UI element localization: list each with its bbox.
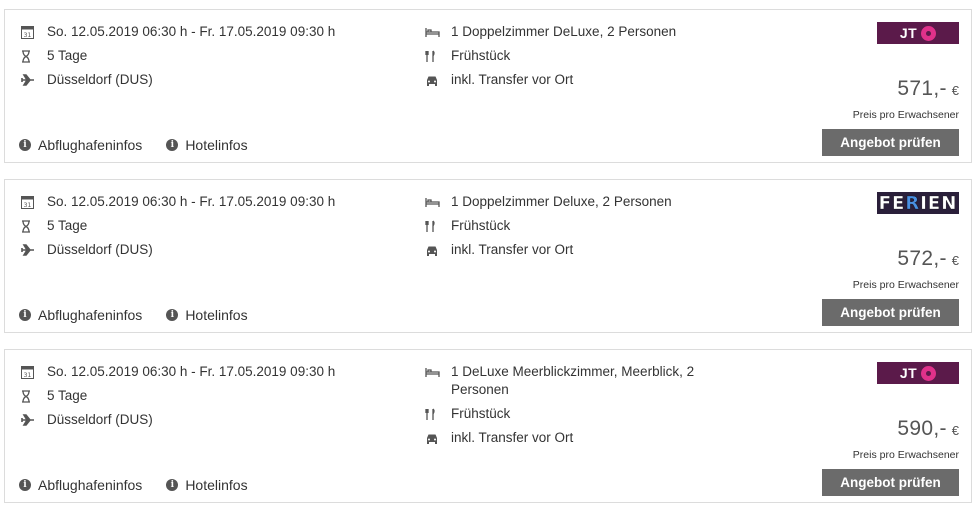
- bed-icon: [425, 23, 443, 41]
- price-note: Preis pro Erwachsener: [852, 449, 959, 461]
- travel-dates: So. 12.05.2019 06:30 h - Fr. 17.05.2019 …: [47, 194, 336, 209]
- hourglass-icon: [21, 47, 39, 65]
- flower-icon: [921, 365, 937, 381]
- price: 571,- €: [897, 77, 959, 101]
- room-type: 1 DeLuxe Meerblickzimmer, Meerblick, 2 P…: [451, 364, 695, 397]
- trip-duration: 5 Tage: [47, 388, 88, 403]
- info-icon: i: [19, 309, 31, 321]
- board-type: Frühstück: [451, 218, 511, 233]
- airport-info-link[interactable]: i Abflughafeninfos: [19, 137, 142, 153]
- car-icon: [425, 241, 443, 259]
- flight-details: 31 So. 12.05.2019 06:30 h - Fr. 17.05.20…: [21, 193, 401, 265]
- departure-airport: Düsseldorf (DUS): [47, 242, 153, 257]
- price-currency: €: [951, 253, 959, 268]
- car-icon: [425, 429, 443, 447]
- airport-info-link[interactable]: i Abflughafeninfos: [19, 307, 142, 323]
- hotel-info-label: Hotelinfos: [185, 307, 248, 323]
- hotel-info-label: Hotelinfos: [185, 137, 248, 153]
- hourglass-icon: [21, 387, 39, 405]
- price-amount: 572,-: [897, 247, 947, 270]
- hotel-info-link[interactable]: i Hotelinfos: [166, 307, 248, 323]
- svg-text:31: 31: [24, 202, 32, 209]
- calendar-icon: 31: [21, 363, 39, 381]
- transfer-info: inkl. Transfer vor Ort: [451, 430, 574, 445]
- info-icon: i: [19, 139, 31, 151]
- info-icon: i: [166, 309, 179, 321]
- operator-logo-ferien: FE R IEN: [877, 192, 959, 214]
- calendar-icon: 31: [21, 23, 39, 41]
- price: 590,- €: [897, 417, 959, 441]
- svg-text:31: 31: [24, 32, 32, 39]
- info-icon: i: [19, 479, 31, 491]
- operator-logo-jt: JT: [877, 362, 959, 384]
- travel-dates: So. 12.05.2019 06:30 h - Fr. 17.05.2019 …: [47, 364, 336, 379]
- flower-icon: [921, 25, 937, 41]
- room-type: 1 Doppelzimmer DeLuxe, 2 Personen: [451, 24, 677, 39]
- info-links: i Abflughafeninfos i Hotelinfos: [19, 477, 272, 493]
- flight-details: 31 So. 12.05.2019 06:30 h - Fr. 17.05.20…: [21, 23, 401, 95]
- info-links: i Abflughafeninfos i Hotelinfos: [19, 137, 272, 153]
- hourglass-icon: [21, 217, 39, 235]
- price-currency: €: [951, 423, 959, 438]
- airport-info-label: Abflughafeninfos: [38, 137, 143, 153]
- plane-icon: [21, 241, 39, 259]
- plane-icon: [21, 411, 39, 429]
- price-amount: 571,-: [897, 77, 947, 100]
- operator-logo-jt: JT: [877, 22, 959, 44]
- transfer-info: inkl. Transfer vor Ort: [451, 72, 574, 87]
- check-offer-button[interactable]: Angebot prüfen: [822, 129, 959, 156]
- calendar-icon: 31: [21, 193, 39, 211]
- board-type: Frühstück: [451, 48, 511, 63]
- info-icon: i: [166, 479, 179, 491]
- departure-airport: Düsseldorf (DUS): [47, 412, 153, 427]
- departure-airport: Düsseldorf (DUS): [47, 72, 153, 87]
- airport-info-label: Abflughafeninfos: [38, 477, 143, 493]
- travel-dates: So. 12.05.2019 06:30 h - Fr. 17.05.2019 …: [47, 24, 336, 39]
- cutlery-icon: [425, 217, 443, 235]
- board-type: Frühstück: [451, 406, 511, 421]
- price-panel: JT 590,- € Preis pro Erwachsener Angebot…: [799, 362, 959, 496]
- info-links: i Abflughafeninfos i Hotelinfos: [19, 307, 272, 323]
- bed-icon: [425, 363, 443, 381]
- price-panel: FE R IEN 572,- € Preis pro Erwachsener Ang…: [799, 192, 959, 326]
- cutlery-icon: [425, 47, 443, 65]
- price-amount: 590,-: [897, 417, 947, 440]
- car-icon: [425, 71, 443, 89]
- price-currency: €: [951, 83, 959, 98]
- plane-icon: [21, 71, 39, 89]
- trip-duration: 5 Tage: [47, 218, 88, 233]
- hotel-details: 1 Doppelzimmer DeLuxe, 2 Personen Frühst…: [425, 23, 715, 95]
- price-note: Preis pro Erwachsener: [852, 279, 959, 291]
- svg-text:31: 31: [24, 372, 32, 379]
- trip-duration: 5 Tage: [47, 48, 88, 63]
- hotel-info-label: Hotelinfos: [185, 477, 248, 493]
- room-type: 1 Doppelzimmer Deluxe, 2 Personen: [451, 194, 672, 209]
- hotel-info-link[interactable]: i Hotelinfos: [166, 477, 248, 493]
- airport-info-label: Abflughafeninfos: [38, 307, 143, 323]
- hotel-details: 1 Doppelzimmer Deluxe, 2 Personen Frühst…: [425, 193, 715, 265]
- airport-info-link[interactable]: i Abflughafeninfos: [19, 477, 142, 493]
- flight-details: 31 So. 12.05.2019 06:30 h - Fr. 17.05.20…: [21, 363, 401, 435]
- check-offer-button[interactable]: Angebot prüfen: [822, 299, 959, 326]
- price: 572,- €: [897, 247, 959, 271]
- hotel-info-link[interactable]: i Hotelinfos: [166, 137, 248, 153]
- info-icon: i: [166, 139, 179, 151]
- hotel-details: 1 DeLuxe Meerblickzimmer, Meerblick, 2 P…: [425, 363, 715, 453]
- offer-card-3: 31 So. 12.05.2019 06:30 h - Fr. 17.05.20…: [4, 349, 972, 503]
- price-panel: JT 571,- € Preis pro Erwachsener Angebot…: [799, 22, 959, 156]
- offer-card-2: 31 So. 12.05.2019 06:30 h - Fr. 17.05.20…: [4, 179, 972, 333]
- bed-icon: [425, 193, 443, 211]
- offer-card-1: 31 So. 12.05.2019 06:30 h - Fr. 17.05.20…: [4, 9, 972, 163]
- price-note: Preis pro Erwachsener: [852, 109, 959, 121]
- check-offer-button[interactable]: Angebot prüfen: [822, 469, 959, 496]
- cutlery-icon: [425, 405, 443, 423]
- transfer-info: inkl. Transfer vor Ort: [451, 242, 574, 257]
